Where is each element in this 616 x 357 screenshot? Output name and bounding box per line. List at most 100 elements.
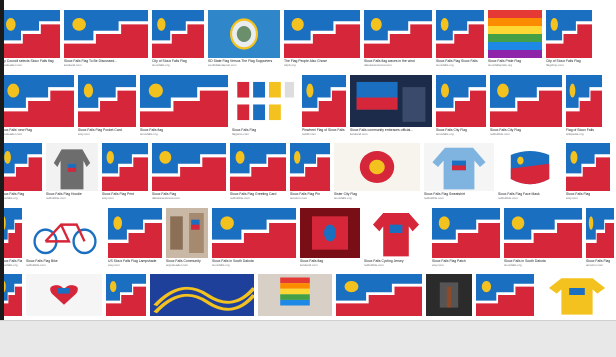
image-result[interactable]: Sioux Falls flag keloland.com [300,208,360,268]
image-result[interactable]: Sioux Falls Flag etsy.com [566,143,610,201]
image-result[interactable] [106,274,146,316]
result-thumbnail[interactable] [538,274,616,316]
result-thumbnail[interactable] [166,208,208,258]
result-thumbnail[interactable] [102,143,148,191]
result-thumbnail[interactable] [0,10,60,58]
result-thumbnail[interactable] [290,143,330,191]
image-result[interactable]: SD State Flag Versus The Flag Supporters… [208,10,280,68]
result-thumbnail[interactable] [140,75,228,127]
result-thumbnail[interactable] [300,208,360,258]
image-result[interactable]: Sioux Falls Flag Bike redbubble.com [26,208,104,268]
image-result[interactable]: Sioux Falls Flag Sweatshirt redbubble.com [424,143,494,201]
image-result[interactable] [336,274,422,316]
image-result[interactable]: Sioux Falls in South Dakota siouxfalls.or… [212,208,296,268]
result-thumbnail[interactable] [476,274,534,316]
result-thumbnail[interactable] [566,75,602,127]
result-source: etsy.com [78,132,90,136]
result-thumbnail[interactable] [106,274,146,316]
result-thumbnail[interactable] [26,274,102,316]
image-result[interactable]: Sioux Falls Flag Pin amazon.com [290,143,330,201]
result-thumbnail[interactable] [46,143,98,191]
result-thumbnail[interactable] [424,143,494,191]
result-source: siouxfallspride.org [488,63,513,67]
image-result[interactable]: Sioux Falls Flag Face Mask redbubble.com [498,143,562,201]
image-result[interactable]: Sioux Falls community embraces official.… [350,75,432,137]
result-thumbnail[interactable] [432,208,500,258]
image-result[interactable] [476,274,534,316]
result-thumbnail[interactable] [426,274,472,316]
image-result[interactable]: Sioux Falls Flag Hoodie redbubble.com [46,143,98,201]
result-thumbnail[interactable] [504,208,582,258]
result-thumbnail[interactable] [334,143,420,191]
image-result[interactable] [150,274,254,316]
result-source: keloland.com [300,263,318,267]
result-thumbnail[interactable] [230,143,286,191]
image-result[interactable]: Sioux Falls flag waves in the wind dakota… [364,10,432,68]
image-result[interactable]: Sister City Flag siouxfalls.org [334,143,420,201]
result-thumbnail[interactable] [488,10,542,58]
result-thumbnail[interactable] [436,10,484,58]
result-thumbnail[interactable] [490,75,562,127]
result-source: sdpb.org [284,63,296,67]
image-result[interactable]: Sioux Falls Flag Pocket Card etsy.com [78,75,136,137]
image-result[interactable]: Sioux Falls Community argusleader.com [166,208,208,268]
result-thumbnail[interactable] [78,75,136,127]
image-result[interactable] [258,274,332,316]
image-result[interactable]: Sioux Falls' new Flag argusleader.com [0,75,74,137]
image-result[interactable]: Sioux Falls City Flag redbubble.com [490,75,562,137]
image-result[interactable]: Pinwheel Flag of Sioux Falls reddit.com [302,75,346,137]
image-result[interactable]: Sioux Falls Flag amazon.com [586,208,614,268]
image-result[interactable]: Sioux Falls Flag Print etsy.com [102,143,148,201]
result-thumbnail[interactable] [436,75,486,127]
result-thumbnail[interactable] [364,10,432,58]
result-thumbnail[interactable] [302,75,346,127]
result-thumbnail[interactable] [0,75,74,127]
image-result[interactable] [26,274,102,316]
image-result[interactable]: The Flag People Also Chose sdpb.org [284,10,360,68]
image-result[interactable] [426,274,472,316]
image-result[interactable]: Sioux Falls Flag flagsrus.com [232,75,298,137]
image-result[interactable]: Sioux Falls Flag Greeting Card redbubble.… [230,143,286,201]
result-thumbnail[interactable] [0,143,42,191]
image-result[interactable]: Sioux Falls Flag Sioux Falls siouxfalls.o… [436,10,484,68]
result-source: siouxfalls.org [152,63,170,67]
result-source: redbubble.com [46,196,66,200]
image-result[interactable]: City of Sioux Falls Flag siouxfalls.org [152,10,204,68]
result-source: redbubble.com [424,196,444,200]
result-source: redbubble.com [26,263,46,267]
result-thumbnail[interactable] [108,208,162,258]
image-result[interactable]: Sioux Falls Cycling Jersey redbubble.com [364,208,428,268]
result-thumbnail[interactable] [152,10,204,58]
image-result[interactable]: Sioux Falls Pride Flag siouxfallspride.or… [488,10,542,68]
image-result[interactable]: City Council selects Sioux Falls flag arg… [0,10,60,68]
result-thumbnail[interactable] [498,143,562,191]
result-thumbnail[interactable] [284,10,360,58]
result-thumbnail[interactable] [586,208,614,258]
image-result[interactable]: Sioux Falls City Flag siouxfalls.org [436,75,486,137]
image-result[interactable]: Sioux Falls in South Dakota siouxfalls.or… [504,208,582,268]
result-thumbnail[interactable] [208,10,280,58]
result-thumbnail[interactable] [336,274,422,316]
result-thumbnail[interactable] [26,208,104,258]
image-result[interactable]: Sioux Falls Flag dakotanewsnow.com [152,143,226,201]
result-thumbnail[interactable] [150,274,254,316]
image-result[interactable]: Sioux Falls Flag To Be Discussed... kelol… [64,10,148,68]
image-result[interactable]: Sioux Falls Flag siouxfalls.org [0,143,42,201]
result-thumbnail[interactable] [232,75,298,127]
result-source: amazon.com [586,263,604,267]
result-thumbnail[interactable] [212,208,296,258]
image-result[interactable] [538,274,616,316]
result-thumbnail[interactable] [546,10,592,58]
image-result[interactable]: Sioux Falls Flag Patch etsy.com [432,208,500,268]
result-thumbnail[interactable] [64,10,148,58]
result-thumbnail[interactable] [350,75,432,127]
result-thumbnail[interactable] [364,208,428,258]
result-source: dakotanewsnow.com [364,63,392,67]
image-result[interactable]: City of Sioux Falls Flag flagshop.com [546,10,592,68]
image-result[interactable]: Flag of Sioux Falls wikipedia.org [566,75,602,137]
result-thumbnail[interactable] [152,143,226,191]
result-thumbnail[interactable] [566,143,610,191]
result-thumbnail[interactable] [258,274,332,316]
image-result[interactable]: US Sioux Falls Flag Lampshade etsy.com [108,208,162,268]
image-result[interactable]: Sioux Falls flag siouxfalls.org [140,75,228,137]
